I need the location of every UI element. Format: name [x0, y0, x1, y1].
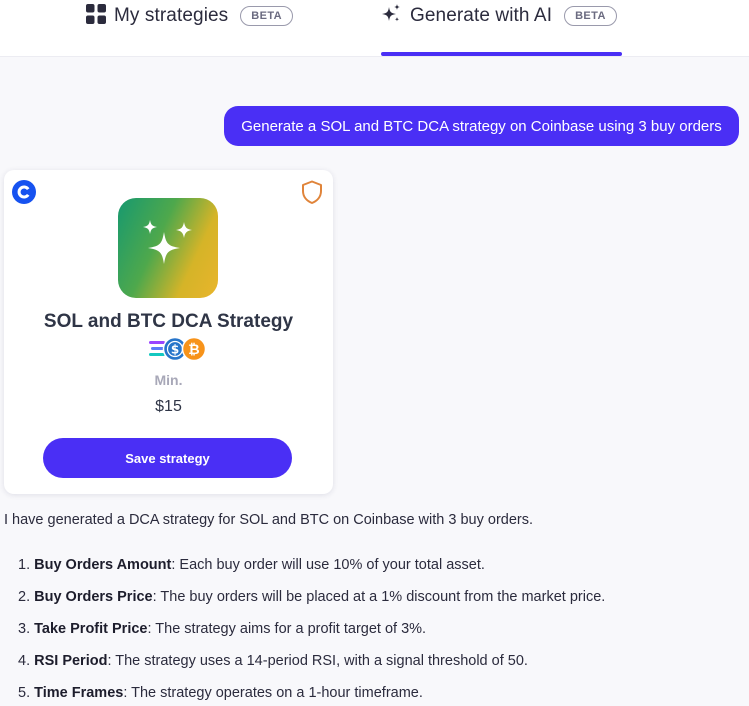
coin-icons: $ ₿	[149, 336, 209, 362]
strategy-details-list: 1. Buy Orders Amount: Each buy order wil…	[18, 556, 738, 706]
coinbase-logo-icon	[11, 179, 37, 205]
ai-response-intro: I have generated a DCA strategy for SOL …	[4, 512, 534, 528]
active-tab-indicator	[381, 52, 622, 56]
svg-text:$: $	[171, 343, 179, 357]
save-strategy-button[interactable]: Save strategy	[43, 438, 292, 478]
list-item: 3. Take Profit Price: The strategy aims …	[18, 621, 427, 637]
ai-strategy-tile	[118, 198, 218, 298]
tab-bar: My strategies BETA Generate with AI BETA	[0, 0, 749, 57]
tab-generate-with-ai[interactable]: Generate with AI BETA	[380, 0, 617, 44]
grid-icon	[86, 3, 106, 29]
btc-icon: ₿	[181, 336, 207, 362]
min-label: Min.	[154, 372, 183, 388]
tab-my-strategies[interactable]: My strategies BETA	[86, 0, 294, 44]
tab-label: Generate with AI	[410, 5, 553, 26]
strategy-title: SOL and BTC DCA Strategy	[43, 311, 294, 332]
svg-text:₿: ₿	[188, 342, 199, 358]
list-item: 1. Buy Orders Amount: Each buy order wil…	[18, 557, 485, 573]
tab-label: My strategies	[114, 5, 229, 26]
strategy-card: SOL and BTC DCA Strategy $ ₿ Min. $15 Sa…	[4, 170, 333, 494]
sparkles-icon	[380, 3, 402, 30]
sparkles-icon	[143, 220, 192, 264]
list-item: 4. RSI Period: The strategy uses a 14-pe…	[18, 653, 528, 669]
user-message-bubble: Generate a SOL and BTC DCA strategy on C…	[224, 106, 739, 146]
min-value: $15	[155, 398, 182, 415]
list-item: 2. Buy Orders Price: The buy orders will…	[18, 589, 606, 605]
beta-badge: BETA	[240, 6, 294, 26]
beta-badge: BETA	[564, 6, 617, 26]
shield-icon[interactable]	[301, 180, 323, 204]
list-item: 5. Time Frames: The strategy operates on…	[18, 685, 423, 701]
